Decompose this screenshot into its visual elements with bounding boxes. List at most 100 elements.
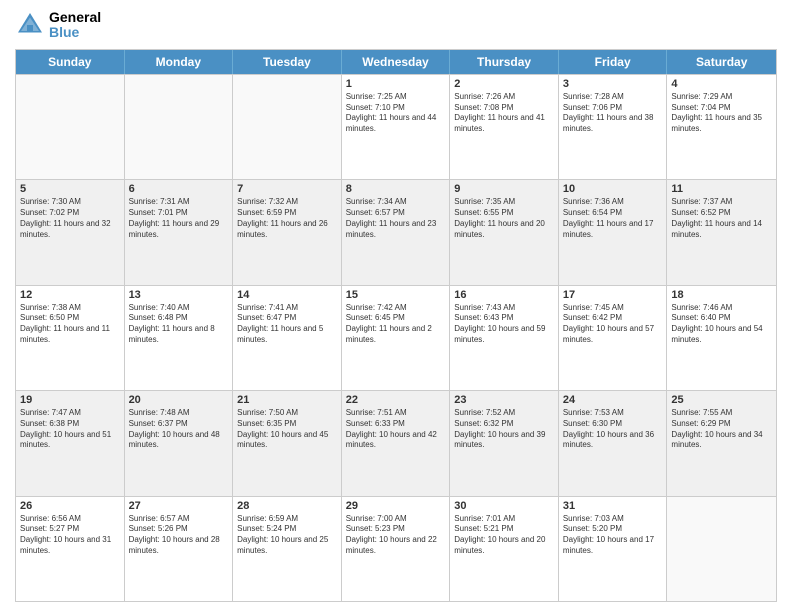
cell-text: Sunrise: 7:00 AM Sunset: 5:23 PM Dayligh…	[346, 514, 446, 557]
cell-text: Sunrise: 6:59 AM Sunset: 5:24 PM Dayligh…	[237, 514, 337, 557]
cal-header-saturday: Saturday	[667, 50, 776, 74]
cal-header-sunday: Sunday	[16, 50, 125, 74]
cal-week-4: 19 Sunrise: 7:47 AM Sunset: 6:38 PM Dayli…	[16, 390, 776, 495]
day-number: 17	[563, 289, 663, 301]
cal-cell-1-1	[16, 75, 125, 179]
cal-cell-5-6: 31 Sunrise: 7:03 AM Sunset: 5:20 PM Dayli…	[559, 497, 668, 601]
cal-cell-5-4: 29Sunrise: 7:00 AM Sunset: 5:23 PM Dayli…	[342, 497, 451, 601]
cell-text: Sunrise: 7:52 AM Sunset: 6:32 PM Dayligh…	[454, 408, 554, 451]
cal-cell-3-2: 13 Sunrise: 7:40 AM Sunset: 6:48 PM Dayli…	[125, 286, 234, 390]
cal-header-wednesday: Wednesday	[342, 50, 451, 74]
cal-cell-3-6: 17 Sunrise: 7:45 AM Sunset: 6:42 PM Dayli…	[559, 286, 668, 390]
cal-week-5: 26Sunrise: 6:56 AM Sunset: 5:27 PM Dayli…	[16, 496, 776, 601]
cal-cell-3-1: 12 Sunrise: 7:38 AM Sunset: 6:50 PM Dayli…	[16, 286, 125, 390]
cell-text: Sunrise: 7:31 AM Sunset: 7:01 PM Dayligh…	[129, 197, 229, 240]
cell-text: Sunrise: 7:36 AM Sunset: 6:54 PM Dayligh…	[563, 197, 663, 240]
calendar-header-row: SundayMondayTuesdayWednesdayThursdayFrid…	[16, 50, 776, 74]
cell-text: Sunrise: 7:34 AM Sunset: 6:57 PM Dayligh…	[346, 197, 446, 240]
cal-cell-1-3	[233, 75, 342, 179]
cell-text: Sunrise: 7:37 AM Sunset: 6:52 PM Dayligh…	[671, 197, 772, 240]
day-number: 23	[454, 394, 554, 406]
cell-text: Sunrise: 7:42 AM Sunset: 6:45 PM Dayligh…	[346, 303, 446, 346]
day-number: 24	[563, 394, 663, 406]
calendar: SundayMondayTuesdayWednesdayThursdayFrid…	[15, 49, 777, 602]
day-number: 28	[237, 500, 337, 512]
cell-text: Sunrise: 7:43 AM Sunset: 6:43 PM Dayligh…	[454, 303, 554, 346]
day-number: 20	[129, 394, 229, 406]
day-number: 19	[20, 394, 120, 406]
cal-cell-4-5: 23 Sunrise: 7:52 AM Sunset: 6:32 PM Dayli…	[450, 391, 559, 495]
cell-text: Sunrise: 7:40 AM Sunset: 6:48 PM Dayligh…	[129, 303, 229, 346]
cell-text: Sunrise: 6:56 AM Sunset: 5:27 PM Dayligh…	[20, 514, 120, 557]
cal-header-tuesday: Tuesday	[233, 50, 342, 74]
cal-cell-4-3: 21 Sunrise: 7:50 AM Sunset: 6:35 PM Dayli…	[233, 391, 342, 495]
day-number: 14	[237, 289, 337, 301]
cal-cell-2-7: 11 Sunrise: 7:37 AM Sunset: 6:52 PM Dayli…	[667, 180, 776, 284]
cal-cell-4-1: 19 Sunrise: 7:47 AM Sunset: 6:38 PM Dayli…	[16, 391, 125, 495]
cal-cell-5-3: 28 Sunrise: 6:59 AM Sunset: 5:24 PM Dayli…	[233, 497, 342, 601]
cell-text: Sunrise: 7:47 AM Sunset: 6:38 PM Dayligh…	[20, 408, 120, 451]
cal-cell-3-3: 14 Sunrise: 7:41 AM Sunset: 6:47 PM Dayli…	[233, 286, 342, 390]
cal-cell-5-2: 27 Sunrise: 6:57 AM Sunset: 5:26 PM Dayli…	[125, 497, 234, 601]
logo-line2: Blue	[49, 24, 79, 40]
cell-text: Sunrise: 7:26 AM Sunset: 7:08 PM Dayligh…	[454, 92, 554, 135]
logo-icon	[15, 10, 45, 40]
header: General Blue	[15, 10, 777, 41]
day-number: 12	[20, 289, 120, 301]
day-number: 8	[346, 183, 446, 195]
day-number: 25	[671, 394, 772, 406]
cell-text: Sunrise: 7:30 AM Sunset: 7:02 PM Dayligh…	[20, 197, 120, 240]
cell-text: Sunrise: 7:55 AM Sunset: 6:29 PM Dayligh…	[671, 408, 772, 451]
cell-text: Sunrise: 7:32 AM Sunset: 6:59 PM Dayligh…	[237, 197, 337, 240]
cell-text: Sunrise: 7:35 AM Sunset: 6:55 PM Dayligh…	[454, 197, 554, 240]
cell-text: Sunrise: 7:51 AM Sunset: 6:33 PM Dayligh…	[346, 408, 446, 451]
calendar-body: 1 Sunrise: 7:25 AM Sunset: 7:10 PM Daylig…	[16, 74, 776, 601]
day-number: 21	[237, 394, 337, 406]
cal-header-thursday: Thursday	[450, 50, 559, 74]
cell-text: Sunrise: 7:28 AM Sunset: 7:06 PM Dayligh…	[563, 92, 663, 135]
cal-cell-2-6: 10 Sunrise: 7:36 AM Sunset: 6:54 PM Dayli…	[559, 180, 668, 284]
logo-text: General Blue	[49, 10, 101, 41]
cell-text: Sunrise: 7:03 AM Sunset: 5:20 PM Dayligh…	[563, 514, 663, 557]
day-number: 4	[671, 78, 772, 90]
cal-cell-2-5: 9Sunrise: 7:35 AM Sunset: 6:55 PM Daylig…	[450, 180, 559, 284]
cal-cell-5-5: 30Sunrise: 7:01 AM Sunset: 5:21 PM Dayli…	[450, 497, 559, 601]
cell-text: Sunrise: 7:38 AM Sunset: 6:50 PM Dayligh…	[20, 303, 120, 346]
cal-week-2: 5 Sunrise: 7:30 AM Sunset: 7:02 PM Daylig…	[16, 179, 776, 284]
cell-text: Sunrise: 7:50 AM Sunset: 6:35 PM Dayligh…	[237, 408, 337, 451]
day-number: 22	[346, 394, 446, 406]
day-number: 3	[563, 78, 663, 90]
cell-text: Sunrise: 7:53 AM Sunset: 6:30 PM Dayligh…	[563, 408, 663, 451]
cell-text: Sunrise: 7:01 AM Sunset: 5:21 PM Dayligh…	[454, 514, 554, 557]
day-number: 2	[454, 78, 554, 90]
cell-text: Sunrise: 7:25 AM Sunset: 7:10 PM Dayligh…	[346, 92, 446, 135]
cal-cell-4-2: 20Sunrise: 7:48 AM Sunset: 6:37 PM Dayli…	[125, 391, 234, 495]
cell-text: Sunrise: 7:41 AM Sunset: 6:47 PM Dayligh…	[237, 303, 337, 346]
cell-text: Sunrise: 7:29 AM Sunset: 7:04 PM Dayligh…	[671, 92, 772, 135]
day-number: 7	[237, 183, 337, 195]
day-number: 10	[563, 183, 663, 195]
day-number: 1	[346, 78, 446, 90]
cal-cell-1-7: 4 Sunrise: 7:29 AM Sunset: 7:04 PM Daylig…	[667, 75, 776, 179]
day-number: 6	[129, 183, 229, 195]
cal-cell-5-7	[667, 497, 776, 601]
logo: General Blue	[15, 10, 101, 41]
day-number: 11	[671, 183, 772, 195]
cal-cell-3-4: 15Sunrise: 7:42 AM Sunset: 6:45 PM Dayli…	[342, 286, 451, 390]
cal-cell-5-1: 26Sunrise: 6:56 AM Sunset: 5:27 PM Dayli…	[16, 497, 125, 601]
cal-cell-4-4: 22 Sunrise: 7:51 AM Sunset: 6:33 PM Dayli…	[342, 391, 451, 495]
cal-cell-2-4: 8 Sunrise: 7:34 AM Sunset: 6:57 PM Daylig…	[342, 180, 451, 284]
cal-header-friday: Friday	[559, 50, 668, 74]
logo-line1: General	[49, 10, 101, 25]
day-number: 31	[563, 500, 663, 512]
cal-cell-2-3: 7 Sunrise: 7:32 AM Sunset: 6:59 PM Daylig…	[233, 180, 342, 284]
cal-cell-2-2: 6 Sunrise: 7:31 AM Sunset: 7:01 PM Daylig…	[125, 180, 234, 284]
cal-cell-2-1: 5 Sunrise: 7:30 AM Sunset: 7:02 PM Daylig…	[16, 180, 125, 284]
cell-text: Sunrise: 7:45 AM Sunset: 6:42 PM Dayligh…	[563, 303, 663, 346]
cal-cell-1-6: 3 Sunrise: 7:28 AM Sunset: 7:06 PM Daylig…	[559, 75, 668, 179]
cal-header-monday: Monday	[125, 50, 234, 74]
day-number: 5	[20, 183, 120, 195]
day-number: 13	[129, 289, 229, 301]
day-number: 27	[129, 500, 229, 512]
cell-text: Sunrise: 6:57 AM Sunset: 5:26 PM Dayligh…	[129, 514, 229, 557]
